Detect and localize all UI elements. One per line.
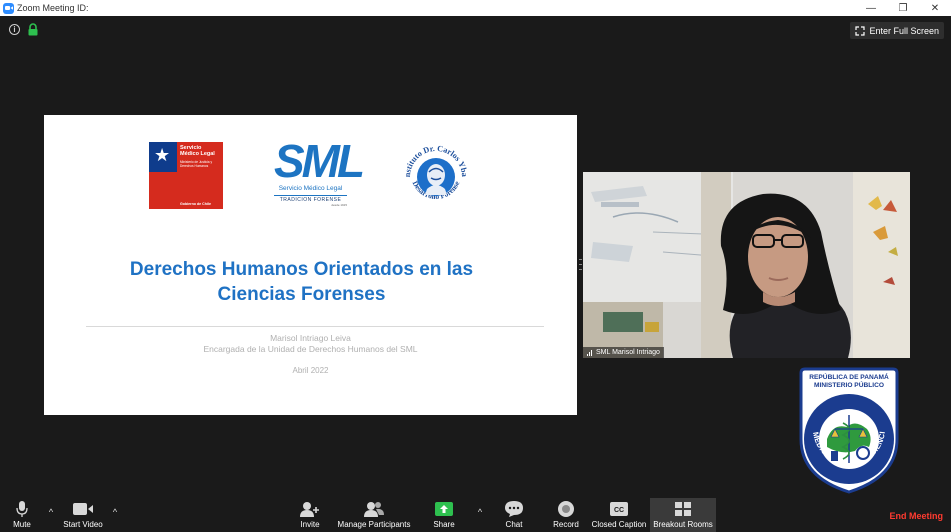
slide-title: Derechos Humanos Orientados en las Cienc… — [84, 257, 519, 307]
manage-participants-button[interactable]: Manage Participants — [334, 498, 414, 532]
chile-logo-footer: Gobierno de Chile — [180, 202, 211, 206]
audio-options-chevron-icon[interactable]: ^ — [46, 507, 56, 517]
zoom-app-icon — [3, 2, 14, 14]
slide-title-line1: Derechos Humanos Orientados en las — [129, 259, 474, 280]
participant-video-tile[interactable]: SML Marisol Intriago — [583, 172, 910, 358]
breakout-rooms-icon — [675, 502, 691, 516]
chile-logo-line2: Ministerio de Justicia y Derechos Humano… — [180, 160, 213, 168]
instituto-medicina-legal-panama-logo: REPÚBLICA DE PANAMÁ MINISTERIO PÚBLICO I… — [797, 367, 899, 494]
closed-caption-label: Closed Caption — [591, 520, 647, 529]
end-meeting-button[interactable]: End Meeting — [890, 511, 944, 521]
servicio-medico-legal-chile-logo: ★ Servicio Médico Legal Ministerio de Ju… — [149, 142, 223, 209]
participants-icon — [364, 502, 384, 517]
sml-acronym: SML — [274, 135, 365, 187]
closed-caption-icon: CC — [610, 502, 628, 516]
svg-text:CC: CC — [614, 507, 624, 514]
chile-logo-line1: Servicio Médico Legal — [180, 145, 215, 157]
slide-title-line2: Ciencias Forenses — [217, 284, 386, 305]
participant-name-label: SML Marisol Intriago — [583, 347, 664, 358]
start-video-button[interactable]: Start Video — [60, 498, 106, 532]
slide-author: Marisol Intriago Leiva — [270, 333, 351, 343]
share-label: Share — [433, 520, 455, 529]
sml-logo: SML Servicio Médico Legal TRADICION FORE… — [274, 135, 365, 215]
svg-text:REPÚBLICA DE PANAMÁ: REPÚBLICA DE PANAMÁ — [809, 372, 889, 381]
expand-icon — [855, 25, 866, 36]
manage-participants-label: Manage Participants — [337, 520, 411, 529]
chat-bubble-icon — [505, 501, 523, 517]
participant-video-feed — [583, 172, 910, 358]
record-button[interactable]: Record — [549, 498, 583, 532]
zoom-meeting-window: Zoom Meeting ID: — ❐ ✕ i Enter Full Scre… — [0, 0, 951, 532]
svg-text:MINISTERIO PÚBLICO: MINISTERIO PÚBLICO — [814, 380, 884, 389]
slide-date: Abril 2022 — [292, 366, 329, 375]
invite-label: Invite — [300, 520, 320, 529]
breakout-rooms-label: Breakout Rooms — [653, 520, 713, 529]
title-bar: Zoom Meeting ID: — ❐ ✕ — [0, 0, 951, 16]
mute-label: Mute — [13, 520, 31, 529]
microphone-icon — [16, 501, 28, 517]
breakout-rooms-button[interactable]: Breakout Rooms — [650, 498, 716, 532]
window-title: Zoom Meeting ID: — [17, 3, 89, 13]
full-screen-label: Enter Full Screen — [869, 25, 939, 36]
slide-divider — [86, 326, 544, 327]
signal-bars-icon — [587, 349, 593, 356]
mute-button[interactable]: Mute — [6, 498, 38, 532]
record-icon — [558, 501, 574, 517]
video-camera-icon — [73, 503, 93, 515]
sml-tagline: TRADICION FORENSE — [274, 195, 347, 203]
instituto-carlos-ybar-logo: Instituto Dr. Carlos Ybar Desarrollo For… — [400, 139, 469, 201]
enter-full-screen-button[interactable]: Enter Full Screen — [850, 22, 944, 39]
view-splitter-handle[interactable] — [579, 259, 582, 270]
star-icon: ★ — [154, 145, 171, 165]
invite-person-icon — [300, 502, 319, 517]
encryption-lock-icon[interactable] — [27, 23, 39, 36]
video-options-chevron-icon[interactable]: ^ — [110, 507, 120, 517]
invite-button[interactable]: Invite — [295, 498, 325, 532]
sml-name: Servicio Médico Legal — [278, 185, 343, 192]
shared-screen-slide: ★ Servicio Médico Legal Ministerio de Ju… — [44, 115, 577, 415]
close-button[interactable]: ✕ — [919, 0, 951, 16]
slide-author-role: Encargada de la Unidad de Derechos Human… — [203, 344, 418, 354]
record-label: Record — [553, 520, 579, 529]
chat-label: Chat — [505, 520, 523, 529]
sml-since: desde 1915 — [331, 203, 347, 207]
chat-button[interactable]: Chat — [500, 498, 528, 532]
start-video-label: Start Video — [63, 520, 103, 529]
minimize-button[interactable]: — — [855, 0, 887, 16]
closed-caption-button[interactable]: CC Closed Caption — [589, 498, 649, 532]
share-screen-icon — [435, 502, 453, 516]
participant-name: SML Marisol Intriago — [596, 349, 660, 356]
share-options-chevron-icon[interactable]: ^ — [475, 507, 485, 517]
meeting-info-icon[interactable]: i — [9, 24, 20, 35]
share-screen-button[interactable]: Share — [428, 498, 460, 532]
restore-button[interactable]: ❐ — [887, 0, 919, 16]
meeting-toolbar: Mute ^ Start Video ^ Invite Manage Parti… — [0, 498, 951, 532]
